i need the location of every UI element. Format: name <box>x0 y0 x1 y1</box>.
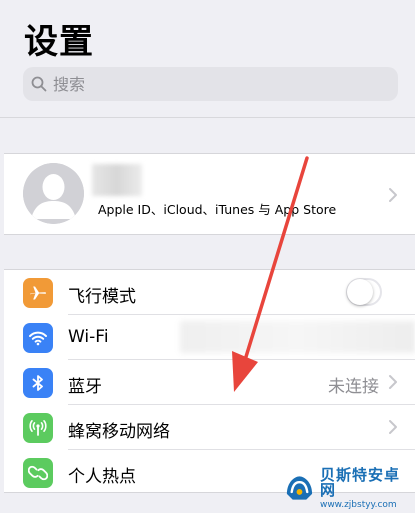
hotspot-icon <box>23 458 53 488</box>
airplane-mode-toggle[interactable] <box>346 278 382 306</box>
cellular-icon <box>23 413 53 443</box>
settings-row-airplane-mode[interactable]: 飞行模式 <box>4 270 415 315</box>
wifi-network-redacted <box>180 321 415 353</box>
airplane-icon <box>23 278 53 308</box>
avatar <box>23 163 84 224</box>
watermark-name: 贝斯特安卓网 <box>319 466 400 499</box>
person-silhouette-icon <box>23 163 84 224</box>
settings-row-wifi[interactable]: Wi-Fi <box>4 315 415 360</box>
profile-name-redacted <box>92 164 142 196</box>
settings-row-label: Wi-Fi <box>68 327 109 347</box>
settings-row-label: 个人热点 <box>68 467 136 487</box>
watermark-url: www.zjbstyy.com <box>319 500 397 510</box>
wifi-icon <box>23 323 53 353</box>
watermark: 贝斯特安卓网 www.zjbstyy.com <box>283 467 413 511</box>
watermark-logo-icon <box>286 476 313 500</box>
search-icon <box>31 76 47 92</box>
settings-row-label: 蓝牙 <box>68 377 102 397</box>
header-divider <box>0 117 415 118</box>
search-input[interactable] <box>53 74 353 94</box>
settings-row-label: 蜂窝移动网络 <box>68 422 170 442</box>
connectivity-settings-group: 飞行模式 Wi-Fi 蓝牙 未连接 蜂窝移动网络 个人热点 <box>4 269 415 493</box>
bluetooth-icon <box>23 368 53 398</box>
chevron-right-icon <box>387 419 399 435</box>
apple-id-row[interactable]: Apple ID、iCloud、iTunes 与 App Store <box>4 153 415 235</box>
chevron-right-icon <box>387 187 399 203</box>
toggle-knob <box>347 279 373 305</box>
bluetooth-status: 未连接 <box>328 377 379 397</box>
search-bar[interactable] <box>23 67 398 101</box>
profile-subtitle: Apple ID、iCloud、iTunes 与 App Store <box>98 202 337 217</box>
settings-row-cellular[interactable]: 蜂窝移动网络 <box>4 405 415 450</box>
page-title: 设置 <box>24 22 94 62</box>
settings-row-bluetooth[interactable]: 蓝牙 未连接 <box>4 360 415 405</box>
chevron-right-icon <box>387 374 399 390</box>
settings-row-label: 飞行模式 <box>68 287 136 307</box>
